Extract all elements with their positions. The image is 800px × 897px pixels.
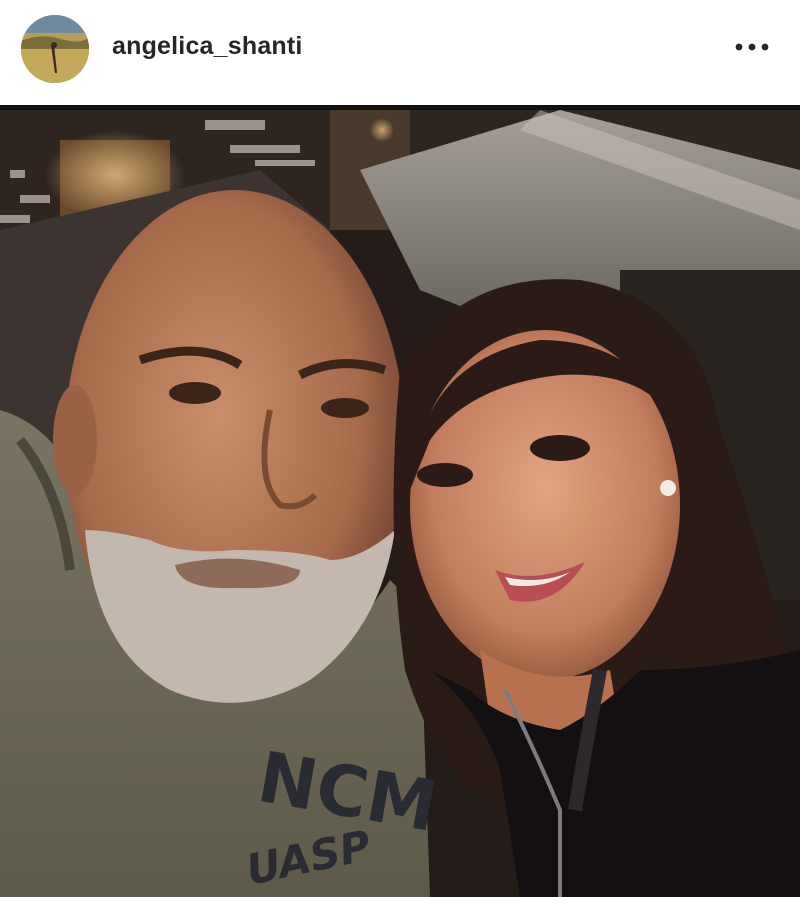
post-header: angelica_shanti xyxy=(0,0,800,105)
username[interactable]: angelica_shanti xyxy=(112,32,303,61)
avatar-image xyxy=(21,15,89,83)
post-photo[interactable]: NCM UASP xyxy=(0,110,800,897)
more-options-button[interactable] xyxy=(730,32,774,62)
photo-illustration: NCM UASP xyxy=(0,110,800,897)
ellipsis-horizontal-icon xyxy=(735,43,769,51)
profile-avatar[interactable] xyxy=(21,15,89,83)
